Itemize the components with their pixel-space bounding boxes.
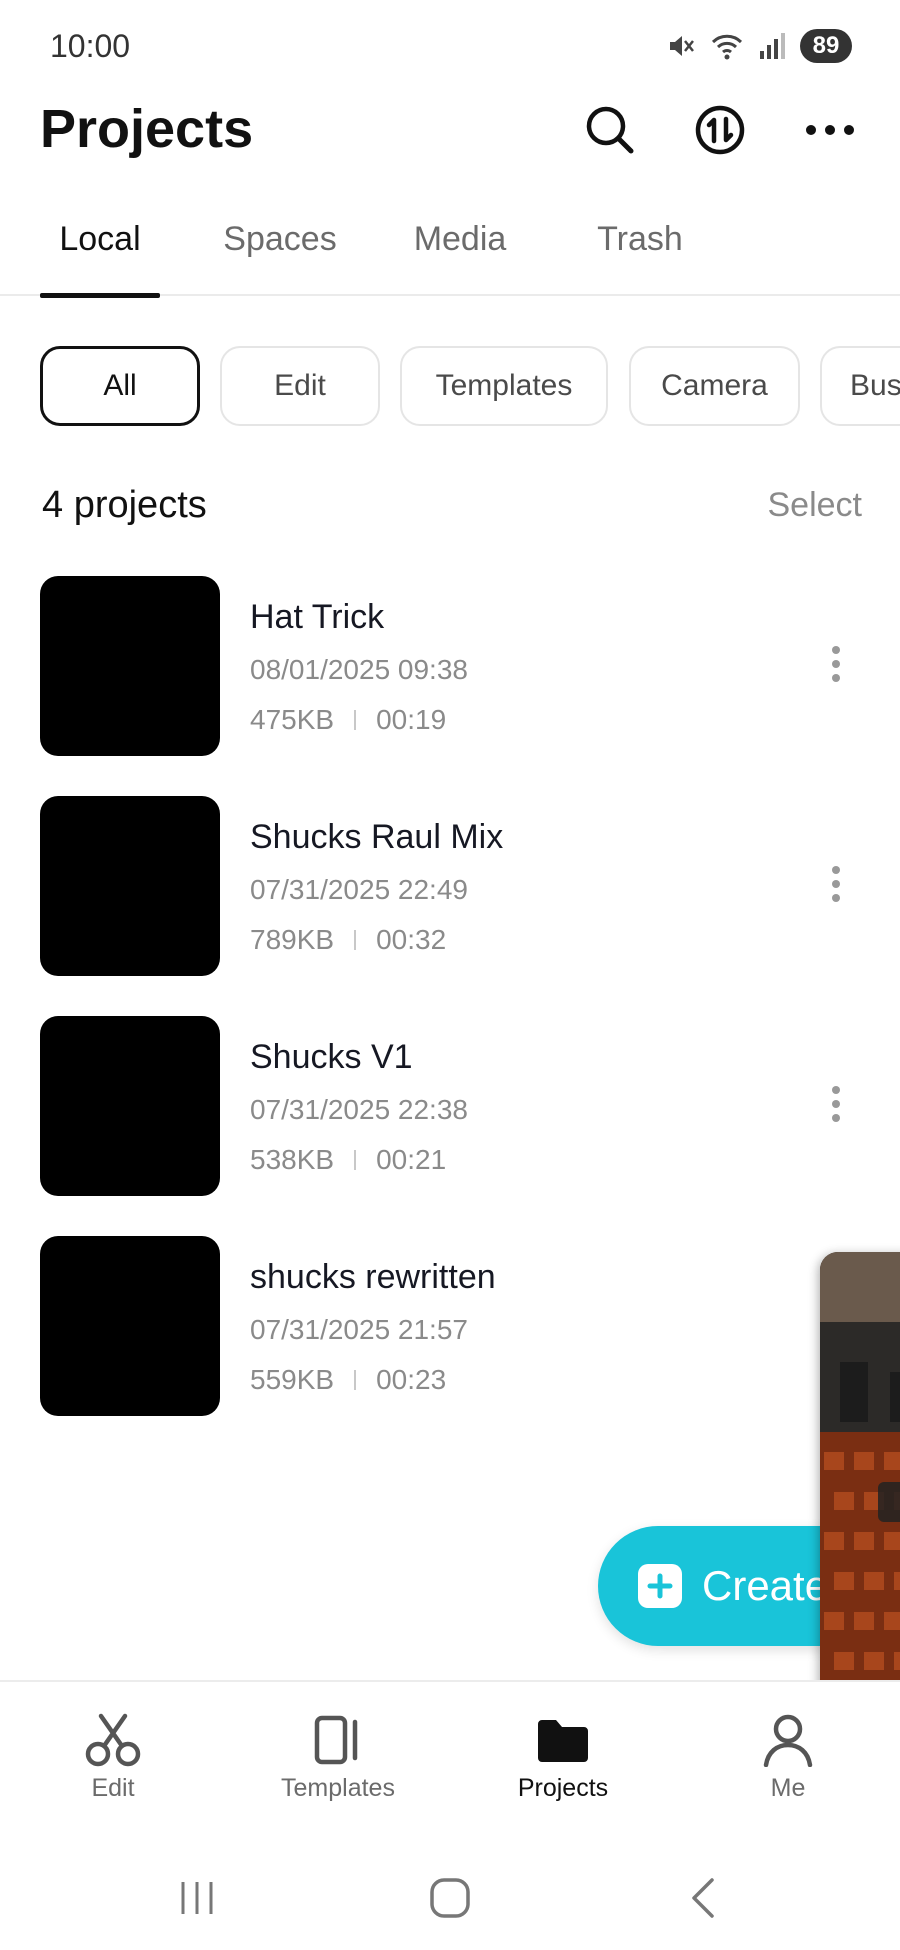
nav-edit[interactable]: Edit [33,1712,193,1812]
nav-label: Projects [517,1774,609,1802]
system-nav-bar [0,1850,900,1950]
video-frame-image [820,1252,900,1732]
back-button[interactable] [663,1870,743,1930]
recents-icon [177,1878,217,1923]
project-count: 4 projects [42,484,207,526]
status-icons: 89 [666,26,852,66]
project-duration: 00:32 [376,924,447,955]
tab-media[interactable]: Media [400,220,520,296]
project-name: Shucks V1 [250,1038,413,1076]
vertical-dots-icon [830,864,842,909]
project-more-button[interactable] [812,636,860,696]
sync-icon [693,103,747,162]
home-icon [428,1876,472,1925]
back-icon [688,1876,718,1925]
status-time: 10:00 [50,28,131,64]
project-meta: 789KB 00:32 [250,924,446,956]
plus-icon [638,1564,682,1608]
folder-icon [536,1712,590,1768]
floating-video-preview[interactable] [820,1252,900,1732]
nav-me[interactable]: Me [708,1712,868,1812]
tab-spaces[interactable]: Spaces [210,220,350,296]
battery-icon: 89 [800,29,852,63]
search-icon [583,103,637,162]
project-duration: 00:23 [376,1364,447,1395]
project-more-button[interactable] [812,1076,860,1136]
more-options-button[interactable] [798,100,862,164]
meta-divider [354,930,357,950]
nav-label: Edit [91,1774,135,1802]
meta-divider [354,1370,357,1390]
project-thumbnail[interactable] [40,1236,220,1416]
create-label: Create [702,1562,829,1609]
filter-chip-templates[interactable]: Templates [400,346,608,426]
project-size: 538KB [250,1144,335,1175]
nav-label: Me [770,1774,806,1802]
nav-projects[interactable]: Projects [483,1712,643,1812]
project-meta: 538KB 00:21 [250,1144,446,1176]
vertical-dots-icon [830,644,842,689]
wifi-icon [710,31,744,61]
project-name: Shucks Raul Mix [250,818,504,856]
project-size: 559KB [250,1364,335,1395]
home-button[interactable] [410,1870,490,1930]
project-thumbnail[interactable] [40,576,220,756]
search-button[interactable] [578,100,642,164]
project-item[interactable]: Shucks V1 07/31/2025 22:38 538KB 00:21 [0,1016,900,1196]
project-size: 789KB [250,924,335,955]
filter-chip-camera[interactable]: Camera [629,346,800,426]
mute-icon [666,31,696,61]
scissors-icon [83,1712,143,1768]
project-name: shucks rewritten [250,1258,496,1296]
meta-divider [354,710,357,730]
signal-icon [758,31,786,61]
tab-trash[interactable]: Trash [580,220,700,296]
bottom-nav: Edit Templates Projects Me [0,1680,900,1820]
project-meta: 475KB 00:19 [250,704,446,736]
meta-divider [354,1150,357,1170]
filter-chip-all[interactable]: All [40,346,200,426]
project-duration: 00:19 [376,704,447,735]
project-meta: 559KB 00:23 [250,1364,446,1396]
nav-label: Templates [281,1774,395,1802]
project-item[interactable]: Hat Trick 08/01/2025 09:38 475KB 00:19 [0,576,900,756]
select-button[interactable]: Select [768,486,863,525]
project-thumbnail[interactable] [40,1016,220,1196]
filter-chip-business[interactable]: Bus [820,346,900,426]
tab-local[interactable]: Local [40,220,160,298]
project-name: Hat Trick [250,598,385,636]
person-icon [762,1712,814,1768]
project-date: 07/31/2025 21:57 [250,1314,468,1345]
project-item[interactable]: Shucks Raul Mix 07/31/2025 22:49 789KB 0… [0,796,900,976]
filter-chips: All Edit Templates Camera Bus [0,346,900,426]
vertical-dots-icon [830,1084,842,1129]
project-date: 07/31/2025 22:38 [250,1094,468,1125]
templates-icon [313,1712,363,1768]
project-more-button[interactable] [812,856,860,916]
project-size: 475KB [250,704,335,735]
page-title: Projects [40,99,254,159]
project-date: 07/31/2025 22:49 [250,874,468,905]
tab-bar: Local Spaces Media Trash [0,210,900,298]
status-bar: 10:00 89 [0,0,900,90]
project-duration: 00:21 [376,1144,447,1175]
sync-button[interactable] [688,100,752,164]
filter-chip-edit[interactable]: Edit [220,346,380,426]
recents-button[interactable] [157,1870,237,1930]
project-thumbnail[interactable] [40,796,220,976]
project-item[interactable]: shucks rewritten 07/31/2025 21:57 559KB … [0,1236,900,1416]
project-date: 08/01/2025 09:38 [250,654,468,685]
nav-templates[interactable]: Templates [258,1712,418,1812]
more-icon [803,120,857,145]
